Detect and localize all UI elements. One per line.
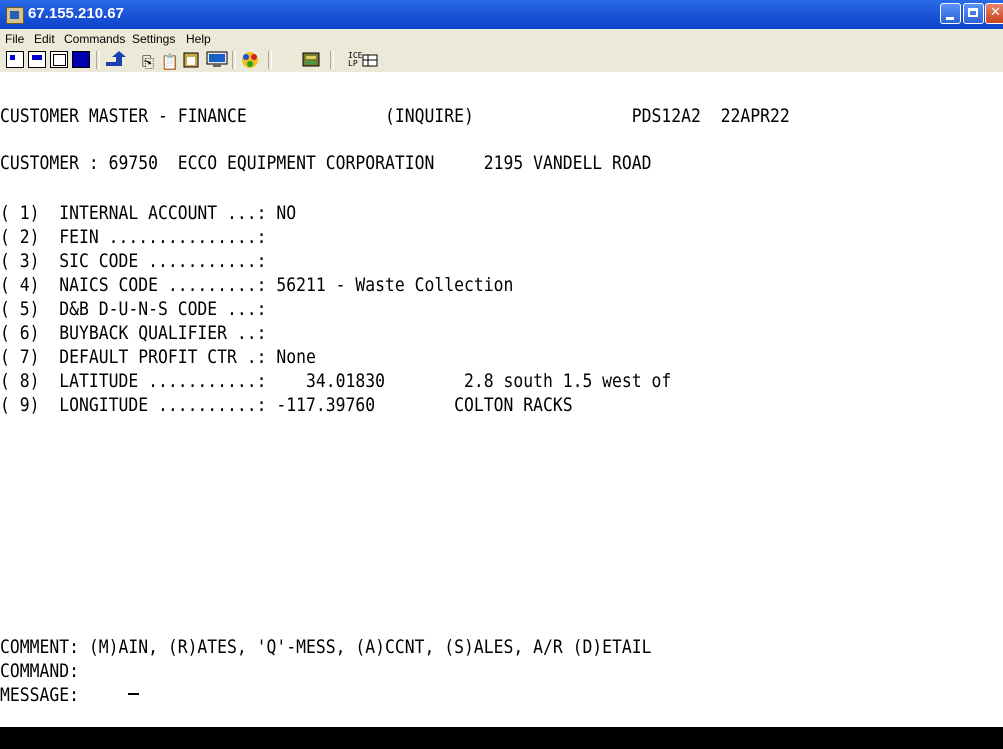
text-cursor <box>128 693 139 695</box>
toolbar-separator <box>232 51 236 69</box>
menu-settings[interactable]: Settings <box>132 32 175 46</box>
toolbar-separator <box>268 51 272 69</box>
minimize-button[interactable] <box>940 3 961 24</box>
screen-header: CUSTOMER MASTER - FINANCE (INQUIRE) PDS1… <box>0 105 790 127</box>
menu-bar: File Edit Commands Settings Help <box>0 29 1003 48</box>
field-internal-account: ( 1) INTERNAL ACCOUNT ...: NO <box>0 202 297 224</box>
terminal-screen[interactable]: CUSTOMER MASTER - FINANCE (INQUIRE) PDS1… <box>0 72 1003 727</box>
status-bar <box>0 727 1003 749</box>
full-screen-icon[interactable] <box>72 51 90 68</box>
field-longitude: ( 9) LONGITUDE ..........: -117.39760 CO… <box>0 394 573 416</box>
window-title: 67.155.210.67 <box>28 5 124 22</box>
close-button[interactable] <box>985 3 1003 24</box>
field-naics-code: ( 4) NAICS CODE .........: 56211 - Waste… <box>0 274 514 296</box>
message-label: MESSAGE: <box>0 684 79 706</box>
medium-screen-icon[interactable] <box>28 51 46 68</box>
title-bar: 67.155.210.67 <box>0 0 1003 29</box>
comment-line: COMMENT: (M)AIN, (R)ATES, 'Q'-MESS, (A)C… <box>0 636 652 658</box>
monitor-icon[interactable] <box>206 51 228 68</box>
small-screen-icon[interactable] <box>6 51 24 68</box>
colors-icon[interactable] <box>240 51 258 68</box>
ice-lp-graphic-icon <box>362 54 378 67</box>
upload-icon[interactable] <box>104 51 130 68</box>
field-default-profit-ctr: ( 7) DEFAULT PROFIT CTR .: None <box>0 346 316 368</box>
field-fein: ( 2) FEIN ...............: <box>0 226 267 248</box>
maximize-button[interactable] <box>963 3 984 24</box>
field-latitude: ( 8) LATITUDE ...........: 34.01830 2.8 … <box>0 370 672 392</box>
menu-edit[interactable]: Edit <box>34 32 55 46</box>
menu-commands[interactable]: Commands <box>64 32 125 46</box>
toolbar-separator <box>330 51 334 69</box>
menu-help[interactable]: Help <box>186 32 211 46</box>
paste-icon[interactable]: 📋 <box>160 51 180 71</box>
field-duns-code: ( 5) D&B D-U-N-S CODE ...: <box>0 298 267 320</box>
field-buyback-qualifier: ( 6) BUYBACK QUALIFIER ..: <box>0 322 267 344</box>
keyboard-icon[interactable] <box>302 51 320 68</box>
copy-icon[interactable]: ⎘ <box>138 51 156 71</box>
app-icon[interactable] <box>6 7 24 24</box>
ice-lp-icon[interactable]: ICE LP <box>348 52 362 68</box>
window-icon[interactable] <box>50 51 68 68</box>
field-sic-code: ( 3) SIC CODE ...........: <box>0 250 267 272</box>
toolbar-separator <box>96 51 100 69</box>
command-label: COMMAND: <box>0 660 79 682</box>
customer-line: CUSTOMER : 69750 ECCO EQUIPMENT CORPORAT… <box>0 152 652 174</box>
toolbar: ⎘ 📋 ICE LP <box>0 48 1003 73</box>
menu-file[interactable]: File <box>5 32 24 46</box>
clipboard-icon[interactable] <box>182 51 200 68</box>
